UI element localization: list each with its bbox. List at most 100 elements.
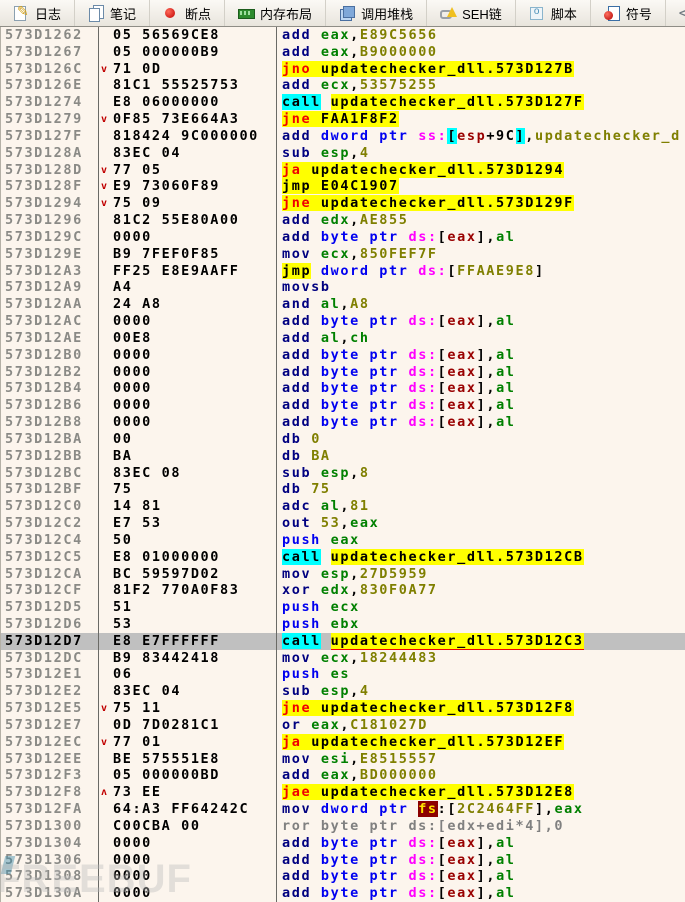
disasm-row[interactable]: 573D12B40000add byte ptr ds:[eax],al <box>1 380 685 397</box>
column-divider-address-bytes[interactable] <box>98 27 99 902</box>
disasm-row[interactable]: 573D12AE00E8add al,ch <box>1 330 685 347</box>
address-cell: 573D128F <box>1 178 98 195</box>
address-cell: 573D128A <box>1 145 98 162</box>
disasm-row[interactable]: 573D12E70D 7D0281C1or eax,C181027D <box>1 717 685 734</box>
call-stack-icon <box>339 5 356 21</box>
disasm-row[interactable]: 573D129EB9 7FEF0F85mov ecx,850FEF7F <box>1 246 685 263</box>
instruction-cell: add eax,B9000000 <box>276 44 685 61</box>
disasm-row[interactable]: 573D12ECv77 01ja updatechecker_dll.573D1… <box>1 734 685 751</box>
disasm-row[interactable]: 573D12B80000add byte ptr ds:[eax],al <box>1 414 685 431</box>
address-cell: 573D12EE <box>1 751 98 768</box>
instruction-cell: sub esp,4 <box>276 145 685 162</box>
address-cell: 573D12F8 <box>1 784 98 801</box>
instruction-cell: and al,A8 <box>276 296 685 313</box>
bytes-cell: ʌ73 EE <box>98 784 276 801</box>
tab-script[interactable]: 脚本 <box>515 0 590 26</box>
instruction-cell: call updatechecker_dll.573D127F <box>276 94 685 111</box>
disasm-row[interactable]: 573D12BF75db 75 <box>1 481 685 498</box>
disasm-row[interactable]: 573D12CF81F2 770A0F83xor edx,830F0A77 <box>1 582 685 599</box>
bytes-cell: 14 81 <box>98 498 276 515</box>
disasm-row[interactable]: 573D12EEBE 575551E8mov esi,E8515557 <box>1 751 685 768</box>
disasm-row[interactable]: 573D12C5E8 01000000call updatechecker_dl… <box>1 549 685 566</box>
tab-label: SEH链 <box>462 4 502 23</box>
tab-memory-layout[interactable]: 内存布局 <box>224 0 325 26</box>
disasm-row[interactable]: 573D12C450push eax <box>1 532 685 549</box>
disasm-row[interactable]: 573D12D653push ebx <box>1 616 685 633</box>
disasm-row[interactable]: 573D126205 56569CE8add eax,E89C5656 <box>1 27 685 44</box>
disasm-row[interactable]: 573D128FvE9 73060F89jmp E04C1907 <box>1 178 685 195</box>
disasm-row[interactable]: 573D127F818424 9C000000add dword ptr ss:… <box>1 128 685 145</box>
disasm-row[interactable]: 573D13060000add byte ptr ds:[eax],al <box>1 852 685 869</box>
disasm-row[interactable]: 573D12E283EC 04sub esp,4 <box>1 683 685 700</box>
disasm-row[interactable]: 573D129C0000add byte ptr ds:[eax],al <box>1 229 685 246</box>
address-cell: 573D12AA <box>1 296 98 313</box>
disasm-row[interactable]: 573D12BC83EC 08sub esp,8 <box>1 465 685 482</box>
bytes-cell: BE 575551E8 <box>98 751 276 768</box>
disasm-row[interactable]: 573D13040000add byte ptr ds:[eax],al <box>1 835 685 852</box>
disasm-row[interactable]: 573D12A9A4movsb <box>1 279 685 296</box>
disasm-row[interactable]: 573D12B00000add byte ptr ds:[eax],al <box>1 347 685 364</box>
address-cell: 573D1267 <box>1 44 98 61</box>
tab-symbols[interactable]: 符号 <box>590 0 665 26</box>
instruction-cell: db 0 <box>276 431 685 448</box>
disasm-row[interactable]: 573D12B60000add byte ptr ds:[eax],al <box>1 397 685 414</box>
tab-label: 日志 <box>35 4 61 23</box>
instruction-cell: add edx,AE855 <box>276 212 685 229</box>
bytes-cell: 75 <box>98 481 276 498</box>
tab-call-stack[interactable]: 调用堆栈 <box>325 0 426 26</box>
jump-up-arrow-icon: ʌ <box>101 785 107 801</box>
disasm-row[interactable]: 573D12AC0000add byte ptr ds:[eax],al <box>1 313 685 330</box>
disasm-row[interactable]: 573D12CABC 59597D02mov esp,27D5959 <box>1 566 685 583</box>
disasm-row[interactable]: 573D126Cv71 0Djno updatechecker_dll.573D… <box>1 61 685 78</box>
disasm-row[interactable]: 573D128A83EC 04sub esp,4 <box>1 145 685 162</box>
instruction-cell: db BA <box>276 448 685 465</box>
tab-breakpoints[interactable]: 断点 <box>149 0 224 26</box>
instruction-cell: add byte ptr ds:[eax],al <box>276 414 685 431</box>
disasm-row[interactable]: 573D128Dv77 05ja updatechecker_dll.573D1… <box>1 162 685 179</box>
memory-layout-icon <box>238 5 255 21</box>
tab-source-code[interactable]: 源代码 <box>665 0 685 26</box>
disasm-row[interactable]: 573D1294v75 09jne updatechecker_dll.573D… <box>1 195 685 212</box>
disasm-row[interactable]: 573D12E106push es <box>1 666 685 683</box>
address-cell: 573D12E2 <box>1 683 98 700</box>
instruction-cell: ror byte ptr ds:[edx+edi*4],0 <box>276 818 685 835</box>
disasm-row[interactable]: 573D126705 000000B9add eax,B9000000 <box>1 44 685 61</box>
tab-log[interactable]: 日志 <box>0 0 74 26</box>
jump-down-arrow-icon: v <box>101 112 107 128</box>
disasm-row[interactable]: 573D1279v0F85 73E664A3jne FAA1F8F2 <box>1 111 685 128</box>
bytes-cell: BA <box>98 448 276 465</box>
disassembly-pane[interactable]: 573D126205 56569CE8add eax,E89C5656573D1… <box>0 27 685 902</box>
column-divider-bytes-disasm[interactable] <box>276 27 277 902</box>
disasm-row[interactable]: 573D12DCB9 83442418mov ecx,18244483 <box>1 650 685 667</box>
disasm-row[interactable]: 573D12D551push ecx <box>1 599 685 616</box>
disasm-row[interactable]: 573D12F305 000000BDadd eax,BD000000 <box>1 767 685 784</box>
disasm-row[interactable]: 573D1274E8 06000000call updatechecker_dl… <box>1 94 685 111</box>
disasm-row[interactable]: 573D12C014 81adc al,81 <box>1 498 685 515</box>
disasm-row[interactable]: 573D12BBBAdb BA <box>1 448 685 465</box>
disasm-row[interactable]: 573D129681C2 55E80A00add edx,AE855 <box>1 212 685 229</box>
instruction-cell: add al,ch <box>276 330 685 347</box>
disasm-row[interactable]: 573D12E5v75 11jne updatechecker_dll.573D… <box>1 700 685 717</box>
disasm-row[interactable]: 573D12AA24 A8and al,A8 <box>1 296 685 313</box>
instruction-cell: mov ecx,850FEF7F <box>276 246 685 263</box>
disasm-row[interactable]: 573D12F8ʌ73 EEjae updatechecker_dll.573D… <box>1 784 685 801</box>
disasm-row[interactable]: 573D12C2E7 53out 53,eax <box>1 515 685 532</box>
disasm-row[interactable]: 573D12A3FF25 E8E9AAFFjmp dword ptr ds:[F… <box>1 263 685 280</box>
disasm-row[interactable]: 573D13080000add byte ptr ds:[eax],al <box>1 868 685 885</box>
address-cell: 573D12D7 <box>1 633 98 650</box>
disasm-row[interactable]: 573D12FA64:A3 FF64242Cmov dword ptr fs:[… <box>1 801 685 818</box>
disasm-row[interactable]: 573D130A0000add byte ptr ds:[eax],al <box>1 885 685 902</box>
disasm-row[interactable]: 573D1300C00CBA 00ror byte ptr ds:[edx+ed… <box>1 818 685 835</box>
disasm-row[interactable]: 573D12BA00db 0 <box>1 431 685 448</box>
tab-notes[interactable]: 笔记 <box>74 0 149 26</box>
instruction-cell: jno updatechecker_dll.573D127B <box>276 61 685 78</box>
disasm-row[interactable]: 573D126E81C1 55525753add ecx,53575255 <box>1 77 685 94</box>
disassembly-rows: 573D126205 56569CE8add eax,E89C5656573D1… <box>1 27 685 902</box>
bytes-cell: 83EC 04 <box>98 683 276 700</box>
tab-seh-chain[interactable]: SEH链 <box>426 0 515 26</box>
disasm-row[interactable]: 573D12B20000add byte ptr ds:[eax],al <box>1 364 685 381</box>
instruction-cell: or eax,C181027D <box>276 717 685 734</box>
instruction-cell: movsb <box>276 279 685 296</box>
disasm-row[interactable]: 573D12D7E8 E7FFFFFFcall updatechecker_dl… <box>1 633 685 650</box>
bytes-cell: 05 000000BD <box>98 767 276 784</box>
